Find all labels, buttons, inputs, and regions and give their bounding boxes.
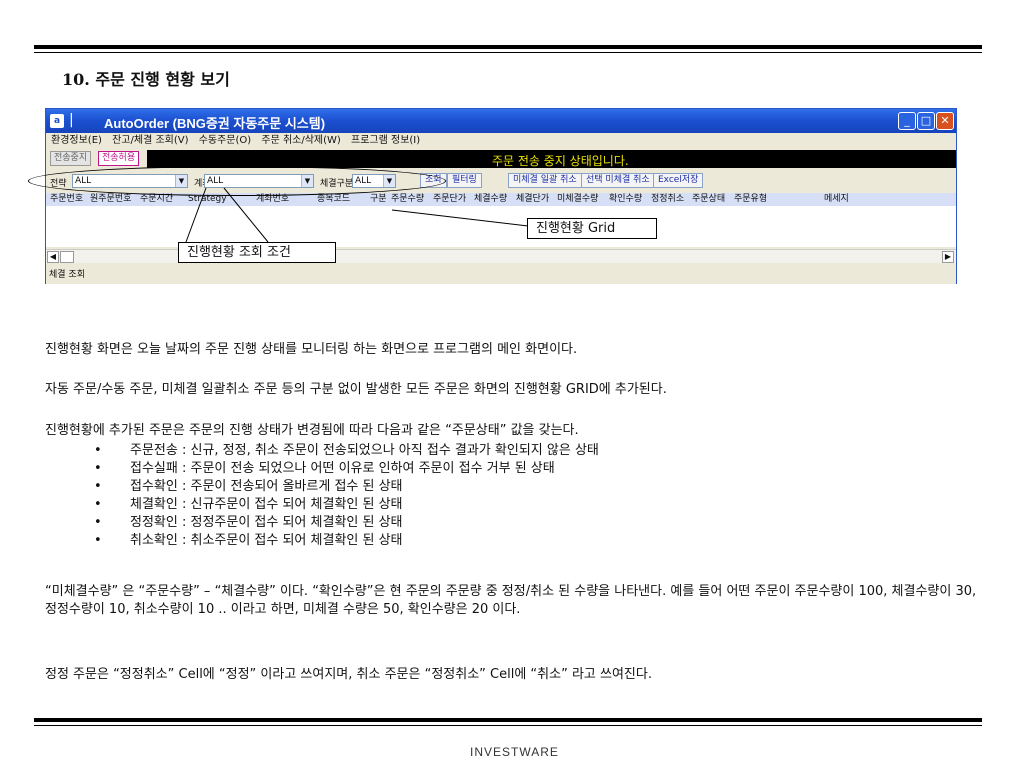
filter-callout: 진행현황 조회 조건 (178, 242, 336, 263)
paragraph-1: 진행현황 화면은 오늘 날짜의 주문 진행 상태를 모니터링 하는 화면으로 프… (45, 342, 578, 357)
list-item: 접수확인 : 주문이 전송되어 올바르게 접수 된 상태 (90, 478, 599, 496)
list-item: 주문전송 : 신규, 정정, 취소 주문이 전송되었으나 아직 접수 결과가 확… (90, 442, 599, 460)
bottom-rule (34, 718, 982, 726)
footer-logo: INVESTWARE (470, 745, 559, 759)
grid-callout: 진행현황 Grid (527, 218, 657, 239)
col-order-status[interactable]: 주문상태 (692, 193, 725, 206)
menu-balance-query[interactable]: 잔고/체결 조회(V) (112, 135, 188, 146)
scroll-left-icon[interactable]: ◀ (47, 251, 59, 263)
excel-save-button[interactable]: Excel저장 (653, 173, 704, 188)
progress-grid[interactable]: 주문번호 원주문번호 주문시간 Strategy 계좌번호 종목코드 구분 주문… (46, 193, 956, 247)
list-item: 체결확인 : 신규주문이 접수 되어 체결확인 된 상태 (90, 496, 599, 514)
col-message[interactable]: 메세지 (824, 193, 849, 206)
paragraph-2: 자동 주문/수동 주문, 미체결 일괄취소 주문 등의 구분 없이 발생한 모든… (45, 382, 667, 397)
filter-highlight-ellipse (28, 166, 446, 196)
col-confirm-qty[interactable]: 확인수량 (609, 193, 642, 206)
top-rule (34, 45, 982, 53)
order-status-list: 주문전송 : 신규, 정정, 취소 주문이 전송되었으나 아직 접수 결과가 확… (90, 442, 599, 550)
col-side[interactable]: 구분 (370, 193, 387, 206)
paragraph-4: “미체결수량” 은 “주문수량” – “체결수량” 이다. “확인수량”은 현 … (45, 584, 977, 617)
close-button[interactable]: ✕ (936, 112, 954, 130)
menu-env-info[interactable]: 환경정보(E) (51, 135, 102, 146)
menu-order-cancel[interactable]: 주문 취소/삭제(W) (261, 135, 340, 146)
menu-bar: 환경정보(E) 잔고/체결 조회(V) 수동주문(O) 주문 취소/삭제(W) … (46, 133, 956, 149)
window-statusbar: 체결 조회 (46, 266, 956, 284)
paragraph-5: 정정 주문은 “정정취소” Cell에 “정정” 이라고 쓰여지며, 취소 주문… (45, 667, 652, 682)
menu-program-info[interactable]: 프로그램 정보(I) (351, 135, 420, 146)
col-order-no[interactable]: 주문번호 (50, 193, 83, 206)
maximize-button[interactable]: □ (917, 112, 935, 130)
paragraph-3: 진행현황에 추가된 주문은 주문의 진행 상태가 변경됨에 따라 다음과 같은 … (45, 423, 579, 438)
col-order-price[interactable]: 주문단가 (433, 193, 466, 206)
col-modify-cancel[interactable]: 정정취소 (651, 193, 684, 206)
filter-button[interactable]: 필터링 (447, 173, 482, 188)
window-titlebar[interactable]: a | AutoOrder (BNG증권 자동주문 시스템) _ □ ✕ (46, 109, 956, 133)
app-icon: a (50, 114, 64, 128)
scroll-right-icon[interactable]: ▶ (942, 251, 954, 263)
page-title: 10. 주문 진행 현황 보기 (62, 70, 230, 89)
title-separator: | (69, 112, 74, 128)
col-unfilled-qty[interactable]: 미체결수량 (557, 193, 598, 206)
window-title: AutoOrder (BNG증권 자동주문 시스템) (104, 116, 326, 131)
minimize-button[interactable]: _ (898, 112, 916, 130)
allow-transmit-button[interactable]: 전송허용 (98, 151, 140, 166)
scroll-thumb[interactable] (60, 251, 74, 263)
col-order-qty[interactable]: 주문수량 (391, 193, 424, 206)
col-fill-price[interactable]: 체결단가 (516, 193, 549, 206)
status-message: 주문 전송 중지 상태입니다. (492, 154, 629, 168)
col-symbol[interactable]: 종목코드 (317, 193, 350, 206)
col-orig-order-no[interactable]: 원주문번호 (90, 193, 131, 206)
col-order-type[interactable]: 주문유형 (734, 193, 767, 206)
stop-transmit-button[interactable]: 전송중지 (50, 151, 92, 166)
list-item: 접수실패 : 주문이 전송 되었으나 어떤 이유로 인하여 주문이 접수 거부 … (90, 460, 599, 478)
col-fill-qty[interactable]: 체결수량 (474, 193, 507, 206)
list-item: 정정확인 : 정정주문이 접수 되어 체결확인 된 상태 (90, 514, 599, 532)
cancel-selected-unfilled-button[interactable]: 선택 미체결 취소 (581, 173, 655, 188)
list-item: 취소확인 : 취소주문이 접수 되어 체결확인 된 상태 (90, 532, 599, 550)
menu-manual-order[interactable]: 수동주문(O) (199, 135, 251, 146)
cancel-all-unfilled-button[interactable]: 미체결 일괄 취소 (508, 173, 582, 188)
